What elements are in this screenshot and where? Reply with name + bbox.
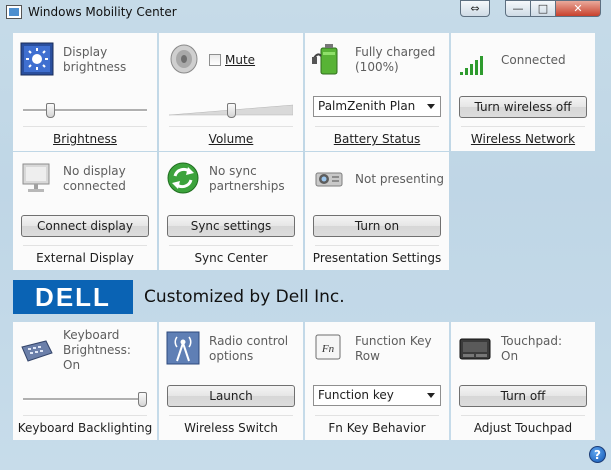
- presentation-title: Presentation Settings: [312, 251, 442, 265]
- fn-key-status: Function Key Row: [355, 334, 432, 363]
- rotate-screen-button[interactable]: ⇔: [460, 0, 490, 17]
- wireless-tile: Connected Turn wireless off Wireless Net…: [451, 33, 595, 151]
- battery-tile: Fully charged (100%) PalmZenith Plan Bat…: [305, 33, 449, 151]
- svg-text:Fn: Fn: [321, 343, 335, 355]
- close-icon: ✕: [573, 2, 583, 15]
- wireless-switch-title: Wireless Switch: [184, 421, 278, 435]
- launch-button[interactable]: Launch: [167, 385, 295, 407]
- help-icon: ?: [594, 447, 601, 462]
- external-display-tile: No display connected Connect display Ext…: [13, 152, 157, 270]
- radio-tower-icon[interactable]: [166, 331, 200, 365]
- connect-display-button[interactable]: Connect display: [21, 215, 149, 237]
- chevron-down-icon: [427, 104, 435, 109]
- radio-status: Radio control options: [209, 334, 289, 363]
- wireless-switch-tile: Radio control options Launch Wireless Sw…: [159, 322, 303, 440]
- window-title: Windows Mobility Center: [28, 5, 177, 19]
- maximize-icon: □: [537, 2, 549, 15]
- fn-key-title: Fn Key Behavior: [328, 421, 426, 435]
- sync-title: Sync Center: [194, 251, 268, 265]
- brightness-tile: Display brightness Brightness: [13, 33, 157, 151]
- speaker-icon[interactable]: [166, 42, 200, 76]
- keyboard-icon[interactable]: [20, 331, 54, 365]
- keyboard-backlight-slider[interactable]: [23, 392, 147, 407]
- touchpad-status: Touchpad: On: [501, 334, 563, 363]
- external-display-status: No display connected: [63, 164, 126, 193]
- brightness-title: Brightness: [53, 132, 117, 146]
- help-button[interactable]: ?: [589, 446, 606, 463]
- dell-logo-text: DELL: [35, 284, 111, 310]
- wireless-title: Wireless Network: [470, 132, 576, 146]
- chevron-down-icon: [427, 393, 435, 398]
- power-plan-select[interactable]: PalmZenith Plan: [313, 96, 441, 117]
- monitor-icon[interactable]: [20, 161, 54, 195]
- battery-title: Battery Status: [333, 132, 421, 146]
- oem-text: Customized by Dell Inc.: [144, 287, 345, 307]
- presentation-tile: Not presenting Turn on Presentation Sett…: [305, 152, 449, 270]
- projector-icon[interactable]: [312, 161, 346, 195]
- touchpad-turn-off-button[interactable]: Turn off: [459, 385, 587, 407]
- presentation-status: Not presenting: [355, 172, 445, 186]
- rotate-icon: ⇔: [470, 2, 480, 15]
- brightness-slider-thumb[interactable]: [46, 103, 55, 118]
- touchpad-tile: Touchpad: On Turn off Adjust Touchpad: [451, 322, 595, 440]
- display-brightness-icon[interactable]: [20, 42, 54, 76]
- fn-key-tile: Fn Function Key Row Function key Fn Key …: [305, 322, 449, 440]
- wireless-status: Connected: [501, 53, 566, 67]
- power-plan-value: PalmZenith Plan: [318, 99, 416, 113]
- keyboard-backlighting-tile: Keyboard Brightness: On Keyboard Backlig…: [13, 322, 157, 440]
- keyboard-title: Keyboard Backlighting: [17, 421, 153, 435]
- volume-title: Volume: [208, 132, 254, 146]
- battery-icon[interactable]: [312, 42, 346, 76]
- battery-status: Fully charged (100%): [355, 45, 436, 74]
- mute-label: Mute: [225, 53, 256, 67]
- minimize-button[interactable]: —: [505, 0, 531, 17]
- oem-branding: DELL Customized by Dell Inc.: [13, 280, 345, 314]
- touchpad-title: Adjust Touchpad: [473, 421, 573, 435]
- volume-tile: Mute Volume: [159, 33, 303, 151]
- signal-bars-icon[interactable]: [458, 42, 492, 76]
- fn-key-value: Function key: [318, 388, 394, 402]
- mobility-center-app-icon: [6, 5, 22, 19]
- sync-settings-button[interactable]: Sync settings: [167, 215, 295, 237]
- presentation-turn-on-button[interactable]: Turn on: [313, 215, 441, 237]
- maximize-button[interactable]: □: [530, 0, 556, 17]
- mute-checkbox[interactable]: [209, 54, 221, 66]
- turn-wireless-off-button[interactable]: Turn wireless off: [459, 96, 587, 118]
- keyboard-status: Keyboard Brightness: On: [63, 328, 131, 372]
- volume-slider[interactable]: [169, 103, 293, 118]
- title-bar: Windows Mobility Center ⇔ — □ ✕: [0, 0, 611, 26]
- sync-icon[interactable]: [166, 161, 200, 195]
- volume-slider-thumb[interactable]: [227, 103, 236, 118]
- close-button[interactable]: ✕: [555, 0, 601, 17]
- fn-key-icon[interactable]: Fn: [312, 331, 346, 365]
- mute-option[interactable]: Mute: [209, 53, 255, 67]
- sync-tile: No sync partnerships Sync settings Sync …: [159, 152, 303, 270]
- external-display-title: External Display: [36, 251, 134, 265]
- keyboard-backlight-slider-thumb[interactable]: [138, 392, 147, 407]
- brightness-slider[interactable]: [23, 103, 147, 118]
- fn-key-select[interactable]: Function key: [313, 385, 441, 406]
- sync-status: No sync partnerships: [209, 164, 285, 193]
- brightness-status: Display brightness: [63, 45, 127, 74]
- minimize-icon: —: [512, 2, 524, 15]
- touchpad-icon[interactable]: [458, 331, 492, 365]
- dell-logo: DELL: [13, 280, 133, 314]
